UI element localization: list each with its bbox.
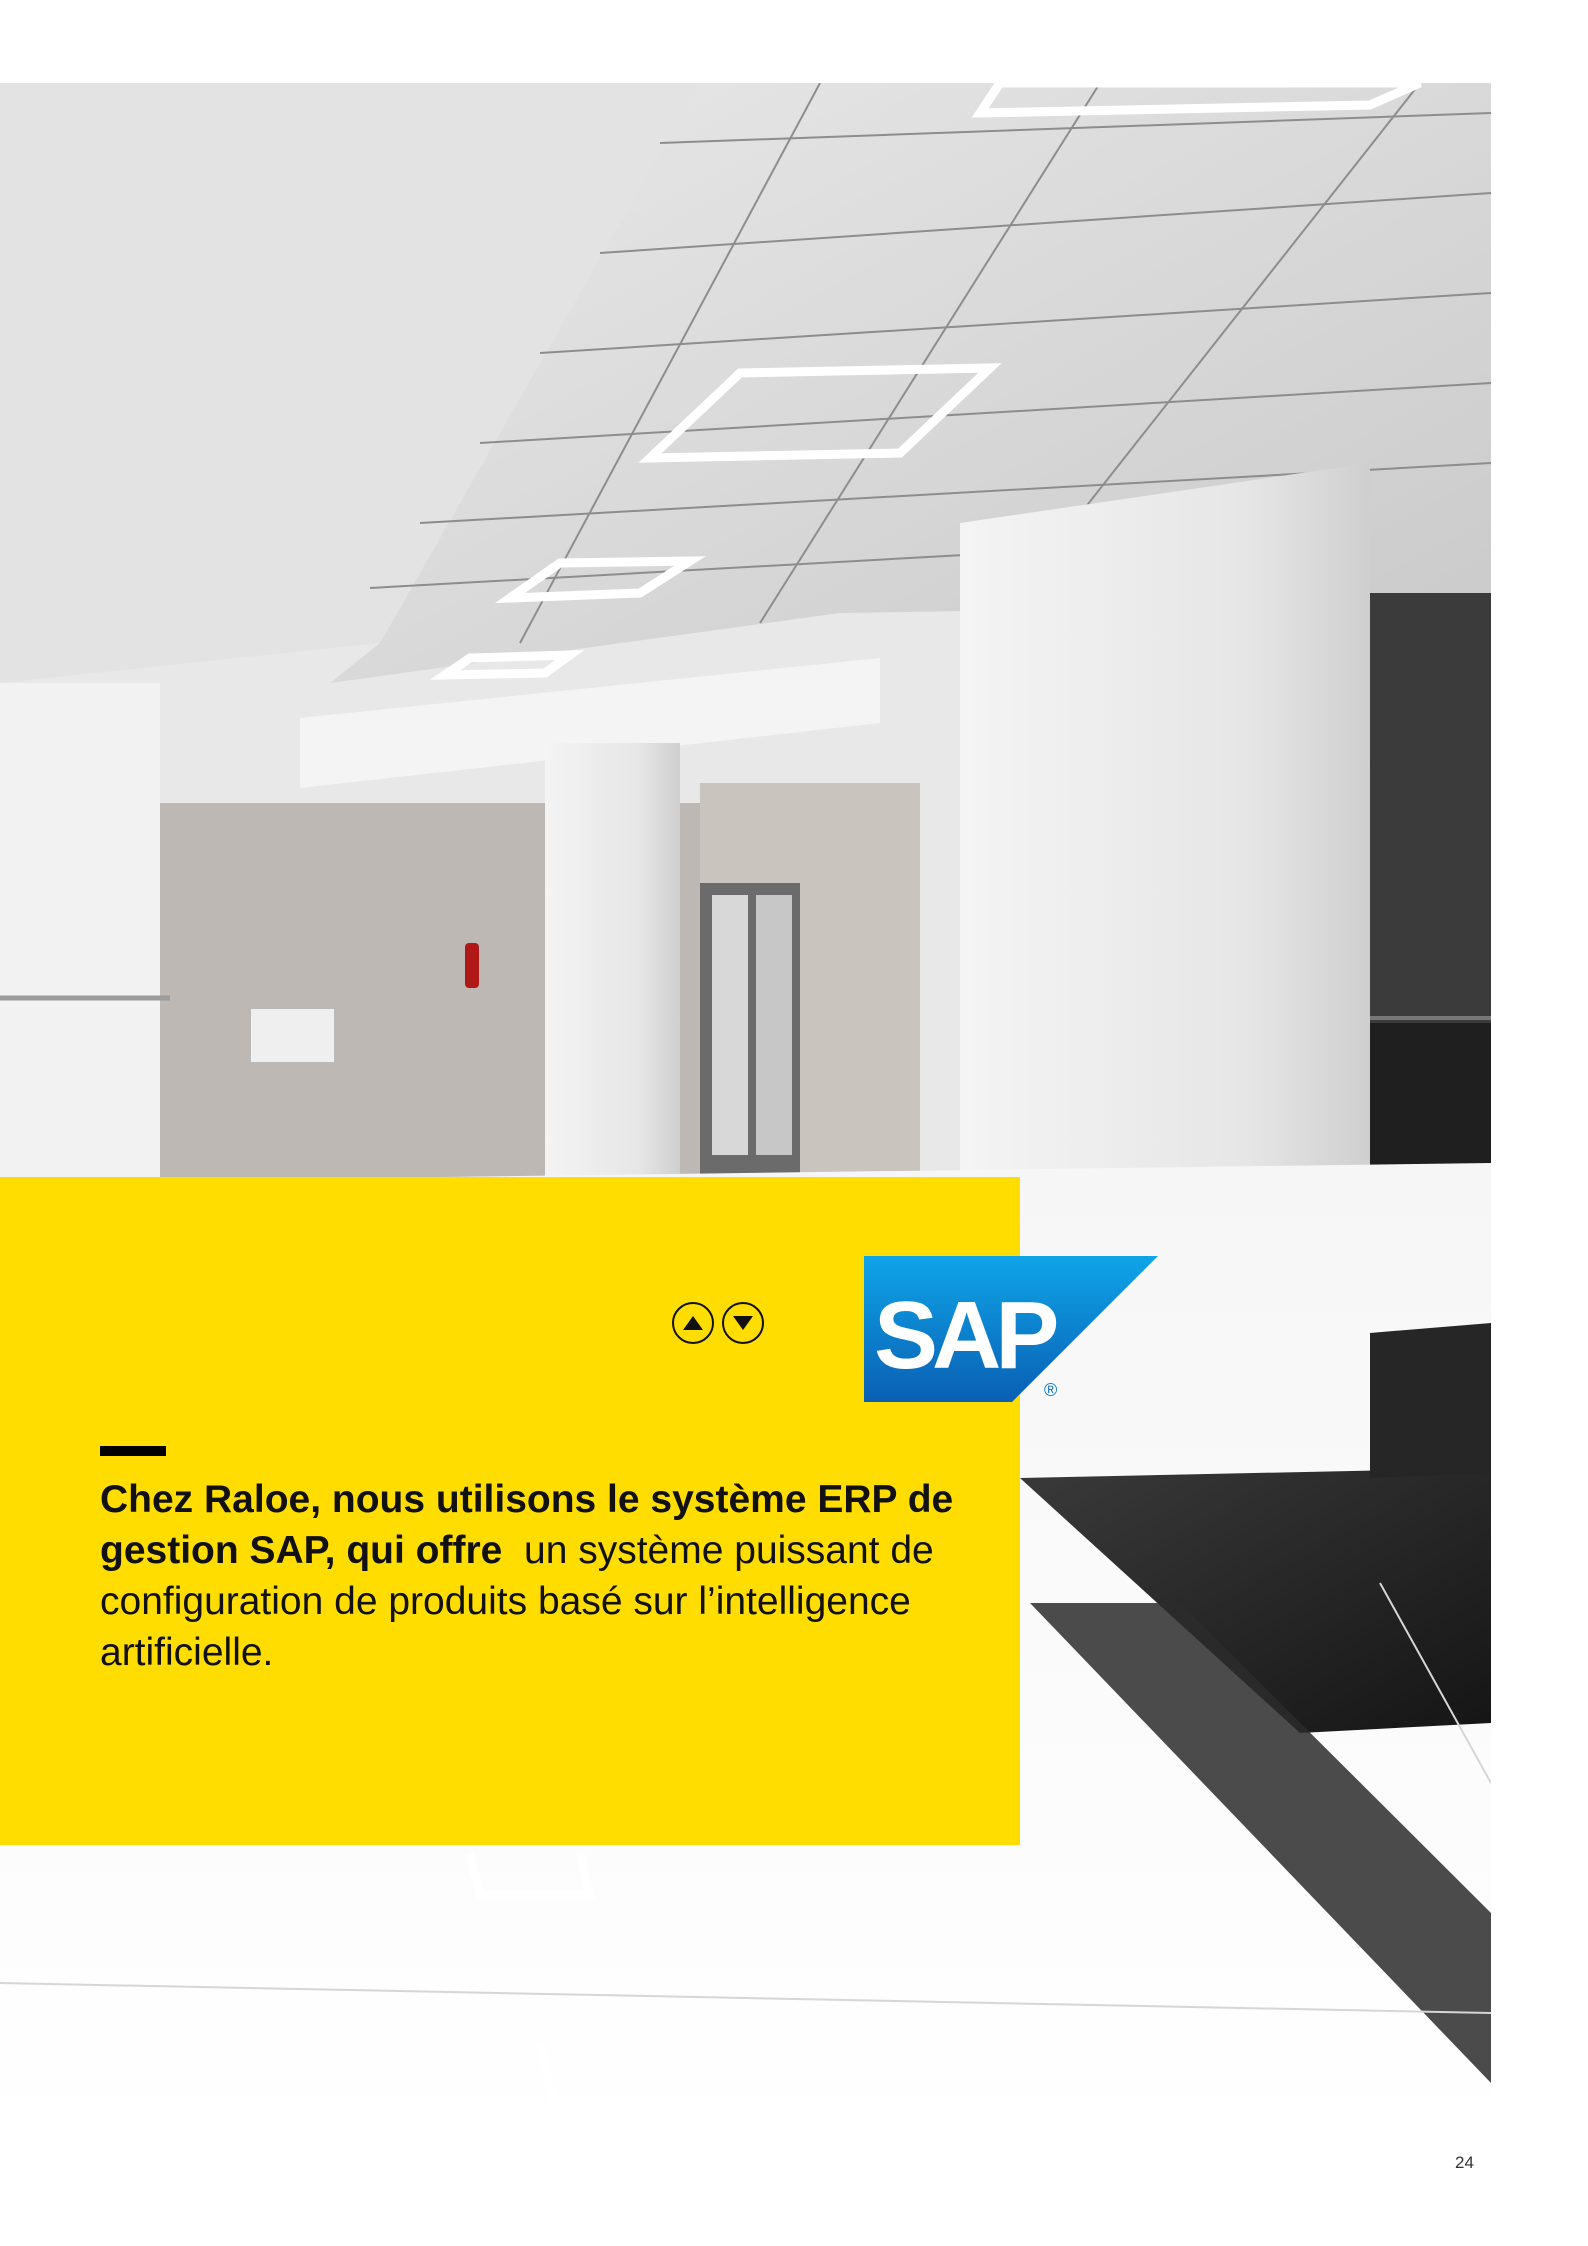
sap-logo: SAP ® bbox=[864, 1256, 1158, 1402]
headline: Chez Raloe, nous utilisons le système ER… bbox=[100, 1474, 960, 1678]
page-number: 24 bbox=[1455, 2153, 1474, 2172]
triangle-up-circle-icon bbox=[683, 1316, 703, 1330]
accent-dash bbox=[100, 1446, 166, 1456]
triangle-down-circle-icon bbox=[733, 1316, 753, 1330]
previous-button[interactable] bbox=[672, 1302, 714, 1344]
next-button[interactable] bbox=[722, 1302, 764, 1344]
sap-logo-text: SAP bbox=[874, 1282, 1056, 1389]
page-navigation bbox=[672, 1302, 764, 1348]
registered-mark: ® bbox=[1044, 1380, 1057, 1400]
